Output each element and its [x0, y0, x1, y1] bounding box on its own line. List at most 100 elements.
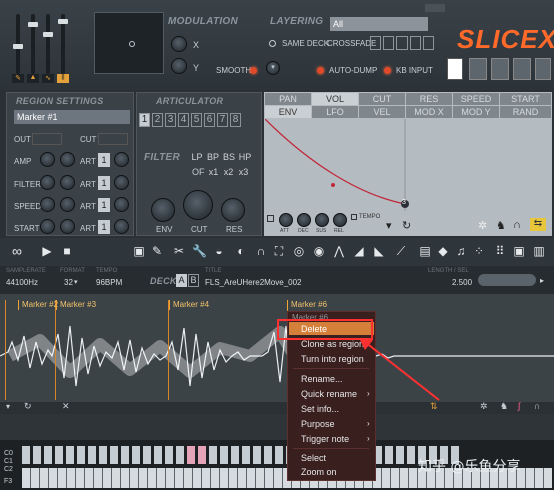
marker-label-3[interactable]: Marker #3: [56, 300, 96, 310]
mod-x-knob[interactable]: [171, 36, 187, 52]
view-4-button[interactable]: [535, 58, 551, 80]
start-art-knob[interactable]: [114, 219, 129, 234]
pad[interactable]: [143, 446, 151, 464]
tab-env[interactable]: ENV: [265, 106, 311, 118]
view-1-button[interactable]: [469, 58, 487, 80]
fade-icon[interactable]: ◐: [234, 243, 248, 259]
curve-icon[interactable]: ◣: [372, 243, 386, 259]
att-knob[interactable]: [279, 213, 293, 227]
bird-icon[interactable]: ♞: [496, 219, 506, 232]
wf-snow-icon[interactable]: ✲: [480, 401, 488, 412]
region-icon[interactable]: ⛶: [272, 243, 286, 259]
menu-item-select[interactable]: Select: [301, 453, 326, 463]
wrench-icon[interactable]: 🔧: [192, 243, 207, 259]
tab-res[interactable]: RES: [406, 93, 452, 105]
stop-icon[interactable]: ■: [60, 243, 74, 259]
piano-roll-icon[interactable]: ♫: [454, 243, 468, 259]
pad[interactable]: [22, 446, 30, 464]
menu-item-purpose[interactable]: Purpose: [301, 419, 335, 429]
kb-input-toggle[interactable]: [384, 67, 391, 74]
dec-knob[interactable]: [297, 213, 311, 227]
articulator-7[interactable]: 7: [217, 113, 228, 127]
filter-art-knob[interactable]: [114, 175, 129, 190]
pad[interactable]: [121, 446, 129, 464]
pad[interactable]: [154, 446, 162, 464]
pad[interactable]: [396, 446, 404, 464]
pad[interactable]: [66, 446, 74, 464]
target-icon[interactable]: ◎: [292, 243, 306, 259]
tab-pan[interactable]: PAN: [265, 93, 311, 105]
pad[interactable]: [231, 446, 239, 464]
speed-knob-2[interactable]: [60, 197, 75, 212]
articulator-6[interactable]: 6: [204, 113, 215, 127]
pad[interactable]: [77, 446, 85, 464]
envelope-graph[interactable]: [265, 119, 551, 211]
speed-art-knob[interactable]: [114, 197, 129, 212]
save-icon[interactable]: ▣: [132, 243, 146, 259]
pad[interactable]: [110, 446, 118, 464]
menu-item-zoom-on[interactable]: Zoom on: [301, 467, 337, 477]
mult-x2[interactable]: x2: [222, 167, 235, 177]
menu-item-rename[interactable]: Rename...: [301, 374, 343, 384]
marker-line-1[interactable]: [5, 300, 6, 400]
layer-dropdown-icon[interactable]: ▾: [266, 61, 280, 75]
articulator-2[interactable]: 2: [152, 113, 163, 127]
tempo-checkbox[interactable]: [351, 214, 357, 220]
pad[interactable]: [275, 446, 283, 464]
tab-rand[interactable]: RAND: [500, 106, 551, 118]
pad[interactable]: [209, 446, 217, 464]
filter-bp[interactable]: BP: [206, 152, 220, 162]
keyboard-view-icon[interactable]: [447, 58, 463, 80]
magnet-icon[interactable]: ∩: [513, 219, 521, 231]
deck-a-button[interactable]: A: [176, 274, 187, 287]
sus-knob[interactable]: [315, 213, 329, 227]
pad[interactable]: [176, 446, 184, 464]
diamond-icon[interactable]: ◆: [436, 243, 450, 259]
deck-b-button[interactable]: B: [188, 274, 199, 287]
start-knob[interactable]: [40, 219, 55, 234]
out-field[interactable]: [32, 133, 62, 145]
menu-arrow-icon[interactable]: ▸: [540, 276, 544, 285]
fader-1[interactable]: [13, 14, 23, 74]
start-step[interactable]: 1: [98, 220, 110, 234]
same-deck-radio[interactable]: [269, 40, 276, 47]
adsr-icon[interactable]: ⋀: [332, 243, 346, 259]
filter-knob[interactable]: [40, 175, 55, 190]
mod-y-knob[interactable]: [171, 58, 187, 74]
pad[interactable]: [264, 446, 272, 464]
marker-select[interactable]: Marker #1: [14, 110, 130, 124]
mult-x1[interactable]: x1: [207, 167, 220, 177]
auto-dump-toggle[interactable]: [317, 67, 324, 74]
pad[interactable]: [99, 446, 107, 464]
menu-item-set-info[interactable]: Set info...: [301, 404, 339, 414]
pad[interactable]: [88, 446, 96, 464]
view-2-button[interactable]: [491, 58, 509, 80]
grid-icon[interactable]: ⠿: [493, 243, 507, 259]
tab-cut[interactable]: CUT: [359, 93, 405, 105]
pad[interactable]: [165, 446, 173, 464]
marker-label-2[interactable]: Marker #2: [18, 300, 58, 310]
speed-step[interactable]: 1: [98, 198, 110, 212]
pad[interactable]: [385, 446, 393, 464]
res-knob[interactable]: [221, 198, 245, 222]
loop-icon[interactable]: ↻: [402, 219, 411, 232]
wf-curve-icon[interactable]: ∫: [518, 401, 520, 411]
cut-knob[interactable]: [183, 190, 213, 220]
speed-knob[interactable]: [40, 197, 55, 212]
page-icon[interactable]: ▤: [418, 243, 432, 259]
rel-knob[interactable]: [333, 213, 347, 227]
articulator-3[interactable]: 3: [165, 113, 176, 127]
wave-icon[interactable]: ∿: [42, 74, 54, 83]
tilt-icon[interactable]: ⟋: [394, 243, 408, 259]
help-button[interactable]: [425, 4, 445, 12]
filter-knob-2[interactable]: [60, 175, 75, 190]
snowflake-icon[interactable]: ✲: [478, 219, 487, 232]
zoom-slider[interactable]: [478, 274, 536, 286]
tab-speed[interactable]: SPEED: [453, 93, 499, 105]
arch-icon[interactable]: ∩: [254, 243, 268, 259]
pad[interactable]: [242, 446, 250, 464]
tab-vel[interactable]: VEL: [359, 106, 405, 118]
ramp-icon[interactable]: ◢: [352, 243, 366, 259]
fader-3[interactable]: [43, 14, 53, 74]
scissors-icon[interactable]: ✂: [172, 243, 186, 259]
